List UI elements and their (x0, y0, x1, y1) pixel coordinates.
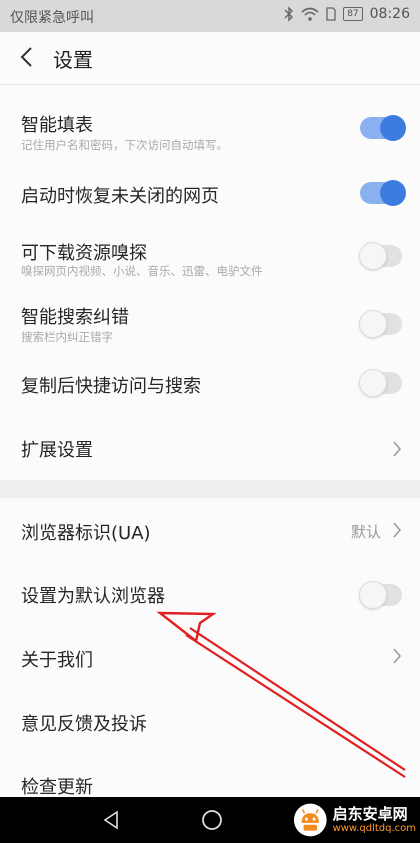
chevron-right-icon (393, 441, 401, 457)
search-correction-toggle[interactable] (359, 310, 402, 338)
setting-check-updates[interactable]: 检查更新 (0, 752, 420, 798)
setting-description: 记住用户名和密码，下次访问自动填写。 (21, 138, 228, 152)
page-title: 设置 (53, 48, 93, 72)
copy-quick-access-toggle[interactable] (359, 369, 402, 397)
battery-icon: 87 (343, 7, 363, 21)
bluetooth-icon (284, 6, 294, 22)
sim-icon (326, 7, 336, 21)
toggle-knob (359, 310, 387, 338)
setting-label: 智能填表 (21, 115, 93, 136)
watermark-text: 启东安卓网 www.qdltdq.com (333, 805, 416, 835)
setting-label: 关于我们 (21, 650, 93, 671)
setting-description: 搜索栏内纠正错字 (21, 330, 113, 344)
setting-user-agent[interactable]: 浏览器标识(UA) 默认 (0, 498, 420, 560)
setting-label: 智能搜索纠错 (21, 307, 129, 328)
setting-label: 浏览器标识(UA) (21, 523, 151, 544)
user-agent-value: 默认 (350, 523, 381, 541)
setting-about-us[interactable]: 关于我们 (0, 624, 420, 688)
setting-resource-sniffing[interactable]: 可下载资源嗅探 嗅探网页内视频、小说、音乐、迅雷、电驴文件 (0, 226, 420, 286)
toggle-knob (380, 180, 406, 206)
setting-copy-quick-access[interactable]: 复制后快捷访问与搜索 (0, 355, 420, 410)
chevron-right-icon (393, 522, 401, 538)
resource-sniffing-toggle[interactable] (359, 242, 402, 270)
setting-label: 设置为默认浏览器 (21, 586, 165, 607)
restore-pages-toggle[interactable] (360, 180, 406, 206)
nav-back-icon[interactable] (102, 810, 122, 830)
setting-description: 嗅探网页内视频、小说、音乐、迅雷、电驴文件 (21, 264, 263, 278)
settings-group-1: 智能填表 记住用户名和密码，下次访问自动填写。 启动时恢复未关闭的网页 可下载资… (0, 85, 420, 480)
back-arrow-icon[interactable] (17, 47, 37, 67)
clock: 08:26 (369, 6, 410, 22)
toggle-knob (359, 581, 387, 609)
setting-label: 意见反馈及投诉 (21, 714, 147, 735)
setting-label: 扩展设置 (21, 440, 93, 461)
setting-label: 检查更新 (21, 777, 93, 798)
toggle-knob (380, 115, 406, 141)
watermark-robot-icon (293, 803, 327, 837)
status-icons: 87 08:26 (284, 6, 410, 22)
setting-search-correction[interactable]: 智能搜索纠错 搜索栏内纠正错字 (0, 290, 420, 350)
setting-label: 复制后快捷访问与搜索 (21, 376, 201, 397)
setting-smart-form-fill[interactable]: 智能填表 记住用户名和密码，下次访问自动填写。 (0, 85, 420, 152)
section-divider (0, 480, 420, 498)
smart-form-fill-toggle[interactable] (360, 115, 406, 141)
chevron-right-icon (393, 648, 401, 664)
setting-default-browser[interactable]: 设置为默认浏览器 (0, 560, 420, 624)
status-bar: 仅限紧急呼叫 87 08:26 (0, 0, 420, 32)
watermark-title: 启东安卓网 (332, 805, 408, 823)
nav-home-icon[interactable] (201, 809, 223, 831)
watermark-logo: 启东安卓网 www.qdltdq.com (292, 798, 416, 842)
setting-restore-pages[interactable]: 启动时恢复未关闭的网页 (0, 152, 420, 207)
app-header: 设置 (0, 32, 420, 85)
settings-group-2: 浏览器标识(UA) 默认 设置为默认浏览器 关于我们 意见反馈及投诉 检查更新 (0, 498, 420, 798)
setting-feedback[interactable]: 意见反馈及投诉 (0, 688, 420, 752)
watermark-url: www.qdltdq.com (332, 823, 416, 834)
wifi-icon (301, 7, 319, 21)
setting-label: 启动时恢复未关闭的网页 (21, 186, 219, 207)
toggle-knob (359, 369, 387, 397)
setting-label: 可下载资源嗅探 (21, 243, 147, 264)
toggle-knob (359, 242, 387, 270)
setting-extension-settings[interactable]: 扩展设置 (0, 415, 420, 480)
default-browser-toggle[interactable] (359, 581, 402, 609)
carrier-status-text: 仅限紧急呼叫 (10, 10, 94, 26)
